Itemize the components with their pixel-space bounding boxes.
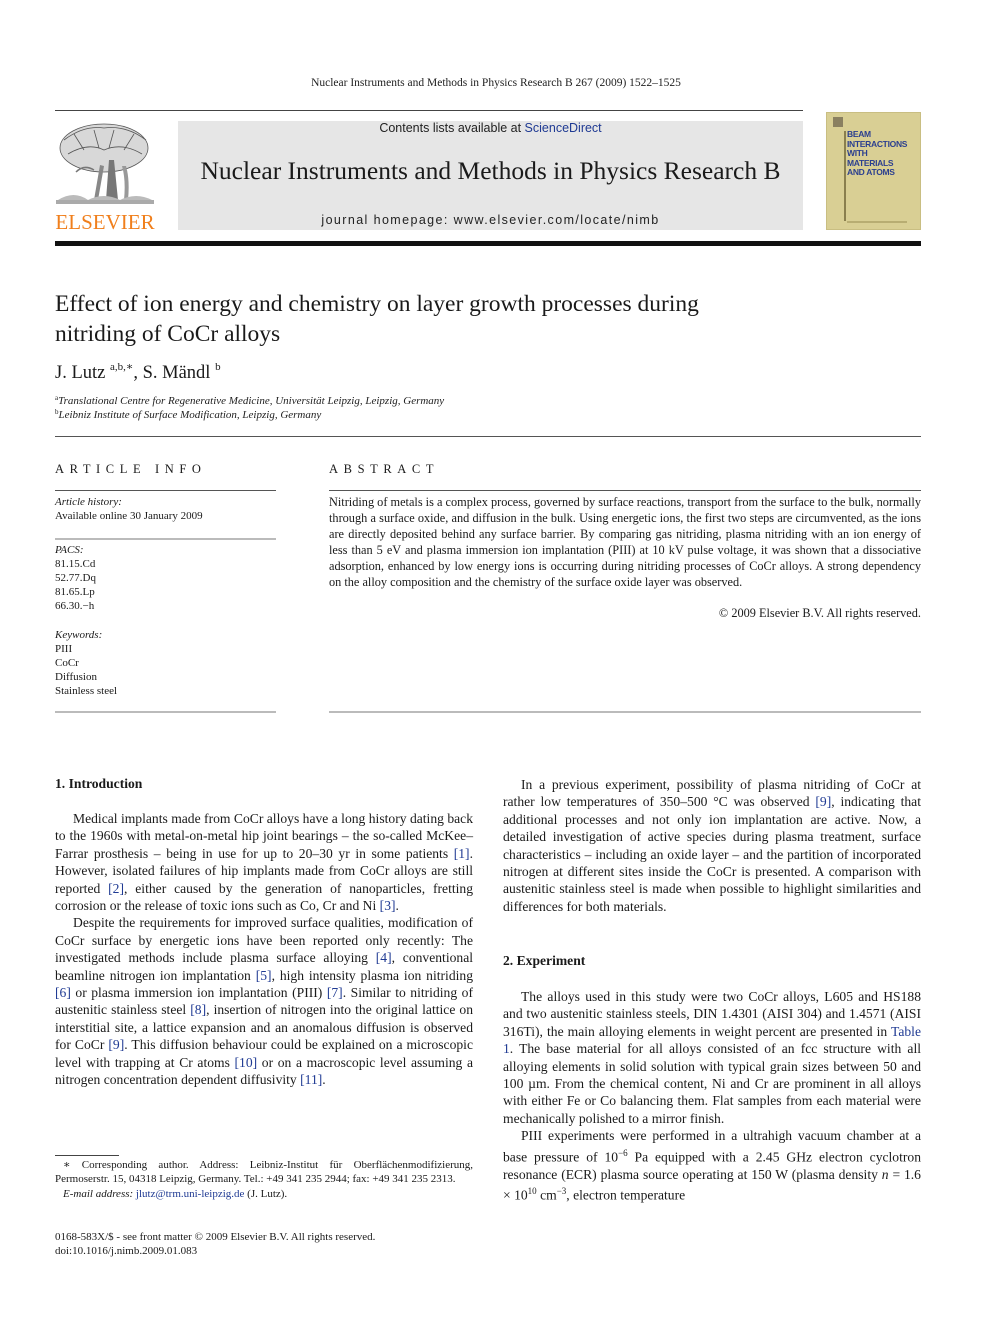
- citation-link[interactable]: [8]: [190, 1002, 206, 1017]
- keyword: Stainless steel: [55, 685, 118, 697]
- citation-link[interactable]: [7]: [327, 985, 343, 1000]
- title-line: Effect of ion energy and chemistry on la…: [55, 291, 699, 317]
- superscript: 10: [527, 1186, 537, 1196]
- masthead-thick-divider: [55, 241, 921, 246]
- citation-link[interactable]: [9]: [815, 794, 831, 809]
- email-suffix: (J. Lutz).: [244, 1187, 288, 1200]
- citation-link[interactable]: [6]: [55, 985, 71, 1000]
- citation-link[interactable]: [1]: [454, 846, 470, 861]
- corresponding-author-note: ∗ Corresponding author. Address: Leibniz…: [55, 1159, 473, 1186]
- paragraph: In a previous experiment, possibility of…: [503, 777, 921, 914]
- abstract-divider: [329, 490, 921, 491]
- article-info-divider: [55, 490, 276, 491]
- article-info-end-divider: [55, 711, 276, 713]
- pacs-code: 81.65.Lp: [55, 586, 95, 598]
- author-list: J. Lutz a,b,∗, S. Mändl b: [55, 360, 221, 384]
- abstract-heading: ABSTRACT: [329, 462, 440, 476]
- affiliation-b: bLeibniz Institute of Surface Modificati…: [55, 408, 321, 421]
- pacs-label: PACS:: [55, 544, 84, 556]
- history-divider: [55, 538, 276, 540]
- section-heading-introduction: 1. Introduction: [55, 776, 143, 791]
- section-heading-experiment: 2. Experiment: [503, 953, 586, 968]
- abstract-copyright: © 2009 Elsevier B.V. All rights reserved…: [718, 606, 921, 620]
- citation-link[interactable]: [11]: [300, 1072, 322, 1087]
- affiliation-text: Leibniz Institute of Surface Modificatio…: [58, 409, 322, 421]
- email-label: E-mail address:: [63, 1187, 136, 1200]
- paragraph: Medical implants made from CoCr alloys h…: [55, 811, 473, 914]
- journal-cover: BEAM INTERACTIONS WITH MATERIALS AND ATO…: [826, 112, 921, 230]
- keyword: PIII: [55, 643, 73, 655]
- author-name[interactable]: J. Lutz: [55, 363, 105, 383]
- right-column-bottom: The alloys used in this study were two C…: [503, 988, 921, 1204]
- superscript: −6: [618, 1147, 628, 1158]
- journal-homepage: journal homepage: www.elsevier.com/locat…: [178, 213, 803, 227]
- history-value: Available online 30 January 2009: [55, 510, 203, 522]
- homepage-prefix: journal homepage:: [321, 213, 454, 227]
- publisher-name: ELSEVIER: [55, 210, 155, 234]
- abstract-end-divider: [329, 711, 921, 713]
- keyword: Diffusion: [55, 671, 97, 683]
- pacs-code: 81.15.Cd: [55, 558, 96, 570]
- doi-link[interactable]: doi:10.1016/j.nimb.2009.01.083: [55, 1244, 485, 1258]
- left-column: Medical implants made from CoCr alloys h…: [55, 810, 473, 1089]
- citation-link[interactable]: [10]: [235, 1055, 258, 1070]
- history-label: Article history:: [55, 496, 122, 508]
- author-marks: a,b,∗: [109, 361, 134, 373]
- paragraph: PIII experiments were performed in a ult…: [503, 1128, 921, 1203]
- citation-link[interactable]: [5]: [256, 968, 272, 983]
- footnotes: ∗ Corresponding author. Address: Leibniz…: [55, 1158, 473, 1201]
- homepage-url[interactable]: www.elsevier.com/locate/nimb: [454, 213, 660, 227]
- right-column-top: In a previous experiment, possibility of…: [503, 776, 921, 915]
- contents-line: Contents lists available at ScienceDirec…: [178, 121, 803, 135]
- citation-link[interactable]: Table 1: [503, 1024, 921, 1056]
- issn-line: 0168-583X/$ - see front matter © 2009 El…: [55, 1231, 376, 1243]
- email-note: E-mail address: jlutz@trm.uni-leipzig.de…: [55, 1187, 473, 1201]
- contents-prefix: Contents lists available at: [379, 121, 525, 135]
- cover-line: AND ATOMS: [847, 167, 895, 177]
- abstract-body: Nitriding of metals is a complex process…: [329, 495, 921, 589]
- email-link[interactable]: jlutz@trm.uni-leipzig.de: [136, 1188, 245, 1200]
- header-divider: [55, 436, 921, 437]
- article-title: Effect of ion energy and chemistry on la…: [55, 289, 815, 349]
- article-info-heading: ARTICLE INFO: [55, 462, 207, 476]
- cover-title: BEAM INTERACTIONS WITH MATERIALS AND ATO…: [847, 129, 919, 178]
- citation-link[interactable]: [4]: [376, 950, 392, 965]
- keywords-block: Keywords: PIII CoCr Diffusion Stainless …: [55, 628, 117, 698]
- sciencedirect-link[interactable]: ScienceDirect: [525, 121, 602, 135]
- cover-emblem-icon: [833, 117, 843, 127]
- cover-stripe: [844, 131, 846, 221]
- pacs-block: PACS: 81.15.Cd 52.77.Dq 81.65.Lp 66.30.−…: [55, 543, 96, 613]
- journal-title: Nuclear Instruments and Methods in Physi…: [200, 156, 781, 185]
- author-separator: ,: [133, 363, 143, 383]
- superscript: −3: [556, 1186, 567, 1196]
- paragraph: The alloys used in this study were two C…: [503, 989, 921, 1126]
- pacs-code: 66.30.−h: [55, 600, 95, 612]
- citation-link[interactable]: [3]: [380, 898, 396, 913]
- front-matter: 0168-583X/$ - see front matter © 2009 El…: [55, 1230, 485, 1259]
- running-head: Nuclear Instruments and Methods in Physi…: [311, 77, 681, 89]
- author-name[interactable]: S. Mändl: [143, 363, 211, 383]
- keyword: CoCr: [55, 657, 79, 669]
- citation-link[interactable]: [2]: [108, 881, 124, 896]
- article-history: Article history: Available online 30 Jan…: [55, 495, 203, 523]
- footnote-divider: [55, 1155, 119, 1156]
- cover-footer: [847, 221, 907, 223]
- keywords-label: Keywords:: [55, 629, 103, 641]
- paragraph: Despite the requirements for improved su…: [55, 915, 474, 1088]
- math-variable: n: [881, 1166, 889, 1182]
- title-line: nitriding of CoCr alloys: [55, 321, 281, 347]
- pacs-code: 52.77.Dq: [55, 572, 96, 584]
- affiliation-text: Translational Centre for Regenerative Me…: [58, 395, 445, 407]
- top-divider: [55, 110, 803, 111]
- affiliation-a: aTranslational Centre for Regenerative M…: [55, 394, 444, 407]
- author-marks: b: [215, 361, 221, 373]
- citation-link[interactable]: [9]: [108, 1037, 124, 1052]
